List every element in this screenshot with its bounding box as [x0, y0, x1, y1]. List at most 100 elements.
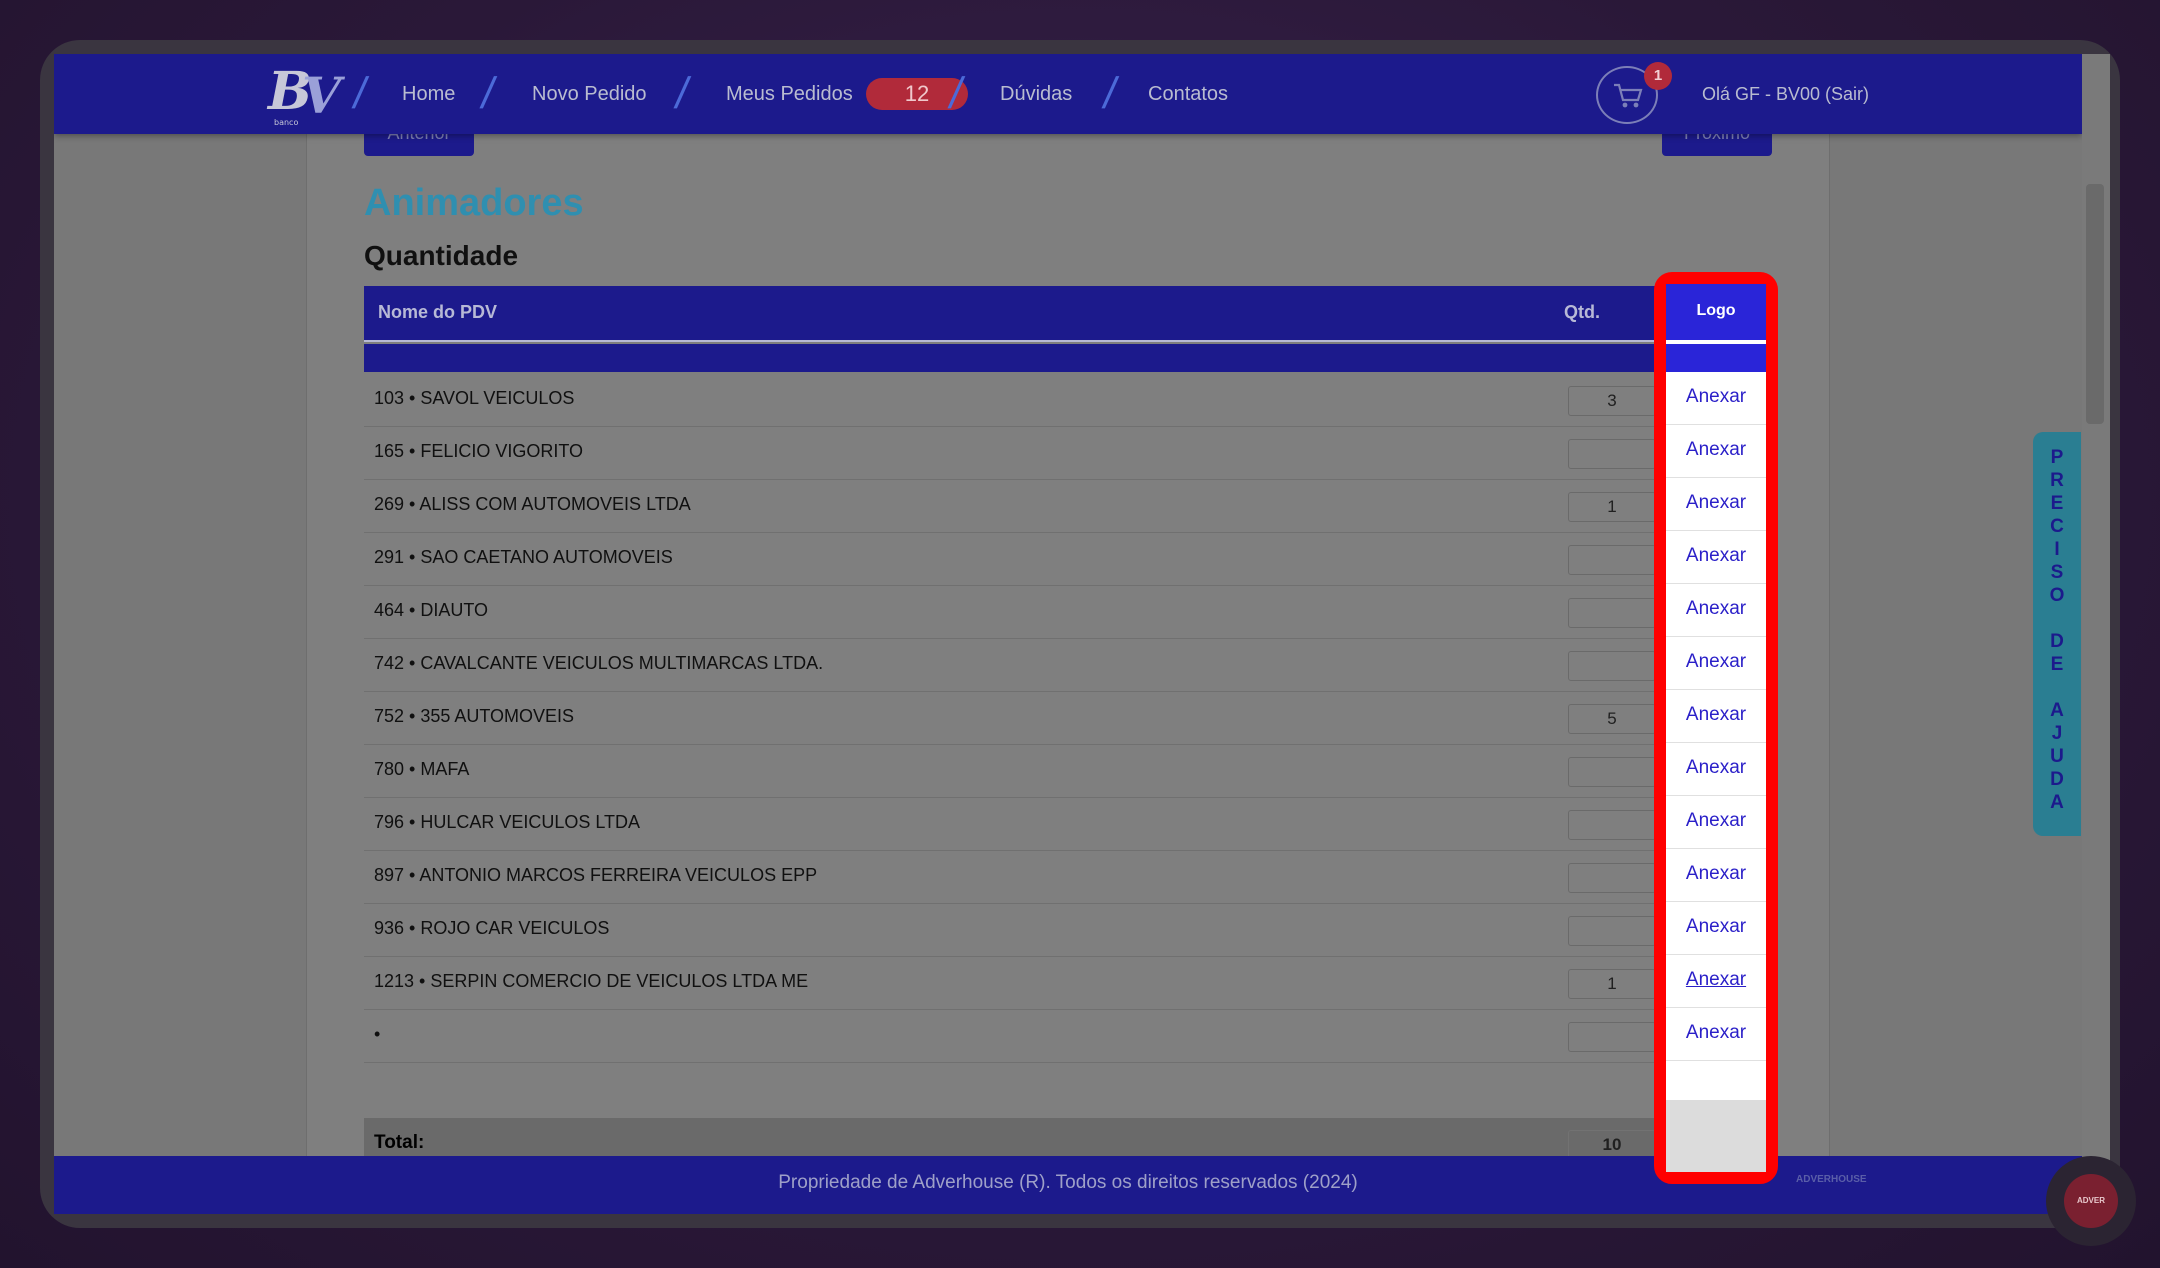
- pdv-name: •: [374, 1024, 381, 1044]
- nav-separator: /: [349, 69, 371, 118]
- pdv-name: 1213 • SERPIN COMERCIO DE VEICULOS LTDA …: [374, 971, 809, 991]
- qty-input[interactable]: 1: [1568, 492, 1656, 522]
- anexar-link[interactable]: Anexar: [1686, 704, 1746, 725]
- header-logo-label: Logo: [1696, 302, 1736, 319]
- anexar-link[interactable]: Anexar: [1686, 386, 1746, 407]
- pdv-name: 752 • 355 AUTOMOVEIS: [374, 706, 575, 726]
- user-greeting-logout[interactable]: Olá GF - BV00 (Sair): [1702, 80, 1869, 108]
- anexar-link[interactable]: Anexar: [1686, 969, 1746, 990]
- logo-cell: Anexar: [1666, 478, 1766, 531]
- page-title: Animadores: [364, 182, 584, 224]
- help-tab-letter: A: [2050, 792, 2064, 813]
- table-row: 780 • MAFA: [364, 745, 1664, 798]
- help-tab-letter: P: [2050, 447, 2064, 468]
- pdv-name: 742 • CAVALCANTE VEICULOS MULTIMARCAS LT…: [374, 653, 824, 673]
- qty-input[interactable]: [1568, 757, 1656, 787]
- table-header-band: [364, 344, 1664, 372]
- help-tab-letter: A: [2050, 700, 2064, 721]
- table-row: 936 • ROJO CAR VEICULOS: [364, 904, 1664, 957]
- logo-cell: Anexar: [1666, 902, 1766, 955]
- table-row: 1213 • SERPIN COMERCIO DE VEICULOS LTDA …: [364, 957, 1664, 1010]
- pdv-name: 464 • DIAUTO: [374, 600, 489, 620]
- help-tab-letter: U: [2050, 746, 2064, 767]
- pdv-name: 103 • SAVOL VEICULOS: [374, 388, 575, 408]
- help-tab-letter: C: [2050, 516, 2064, 537]
- qty-input[interactable]: 5: [1568, 704, 1656, 734]
- table-row: •: [364, 1010, 1664, 1063]
- chat-avatar-icon: ADVER: [2064, 1174, 2118, 1228]
- logo-cell: Anexar: [1666, 849, 1766, 902]
- pdv-name: 780 • MAFA: [374, 759, 470, 779]
- logo-cell: Anexar: [1666, 372, 1766, 425]
- qty-input[interactable]: 3: [1568, 386, 1656, 416]
- header-nome-pdv: Nome do PDV: [378, 302, 498, 322]
- qty-input[interactable]: [1568, 651, 1656, 681]
- qty-input[interactable]: [1568, 545, 1656, 575]
- anexar-link[interactable]: Anexar: [1686, 916, 1746, 937]
- qty-input[interactable]: 1: [1568, 969, 1656, 999]
- table-row: 796 • HULCAR VEICULOS LTDA: [364, 798, 1664, 851]
- anexar-link[interactable]: Anexar: [1686, 651, 1746, 672]
- logo-total-cell: [1666, 1100, 1766, 1172]
- table-header: Nome do PDV Qtd.: [364, 286, 1664, 342]
- pdv-name: 269 • ALISS COM AUTOMOVEIS LTDA: [374, 494, 691, 514]
- qty-input[interactable]: [1568, 439, 1656, 469]
- chat-button[interactable]: ADVER: [2046, 1156, 2136, 1246]
- help-tab-letter: O: [2049, 585, 2065, 606]
- help-tab-letter: D: [2050, 631, 2064, 652]
- table-row: 291 • SAO CAETANO AUTOMOVEIS: [364, 533, 1664, 586]
- anexar-link[interactable]: Anexar: [1686, 1022, 1746, 1043]
- scrollbar-thumb[interactable]: [2086, 184, 2104, 424]
- nav-duvidas[interactable]: Dúvidas: [1000, 80, 1072, 108]
- logo-letter-v: V: [302, 66, 341, 125]
- brand-logo[interactable]: B V banco: [268, 64, 344, 128]
- anexar-link[interactable]: Anexar: [1686, 545, 1746, 566]
- nav-meus-pedidos[interactable]: Meus Pedidos: [726, 80, 853, 108]
- pdv-name: 936 • ROJO CAR VEICULOS: [374, 918, 610, 938]
- help-tab-letter: J: [2051, 723, 2063, 744]
- help-tab-letter: [2033, 676, 2081, 699]
- section-subtitle: Quantidade: [364, 240, 519, 271]
- anexar-link[interactable]: Anexar: [1686, 492, 1746, 513]
- help-tab-letter: S: [2050, 562, 2064, 583]
- pdv-name: 796 • HULCAR VEICULOS LTDA: [374, 812, 641, 832]
- qty-input[interactable]: [1568, 810, 1656, 840]
- help-tab-letter: E: [2050, 654, 2064, 675]
- table-row: 742 • CAVALCANTE VEICULOS MULTIMARCAS LT…: [364, 639, 1664, 692]
- table-row: 269 • ALISS COM AUTOMOVEIS LTDA 1: [364, 480, 1664, 533]
- qty-input[interactable]: [1568, 916, 1656, 946]
- pdv-name: 291 • SAO CAETANO AUTOMOVEIS: [374, 547, 673, 567]
- table-row: 897 • ANTONIO MARCOS FERREIRA VEICULOS E…: [364, 851, 1664, 904]
- help-tab-letter: D: [2050, 769, 2064, 790]
- anexar-link[interactable]: Anexar: [1686, 810, 1746, 831]
- logo-cell: Anexar: [1666, 743, 1766, 796]
- help-tab[interactable]: PRECISO DE AJUDA: [2033, 432, 2081, 836]
- adverhouse-logo: ADVERHOUSE: [1796, 1174, 1867, 1185]
- table-row: 752 • 355 AUTOMOVEIS 5: [364, 692, 1664, 745]
- qty-input[interactable]: [1568, 863, 1656, 893]
- footer-copyright: Propriedade de Adverhouse (R). Todos os …: [778, 1172, 1358, 1193]
- nav-novo-pedido[interactable]: Novo Pedido: [532, 80, 647, 108]
- cart-count-badge: 1: [1644, 62, 1672, 90]
- qty-input[interactable]: [1568, 598, 1656, 628]
- anexar-link[interactable]: Anexar: [1686, 439, 1746, 460]
- help-tab-letter: [2033, 607, 2081, 630]
- anexar-link[interactable]: Anexar: [1686, 757, 1746, 778]
- anexar-link[interactable]: Anexar: [1686, 863, 1746, 884]
- anexar-link[interactable]: Anexar: [1686, 598, 1746, 619]
- logo-cell: Anexar: [1666, 531, 1766, 584]
- total-label: Total:: [374, 1132, 425, 1153]
- browser-viewport: Anterior Próximo B V banco / Home / Novo…: [54, 54, 2082, 1214]
- help-tab-text: PRECISO DE AJUDA: [2033, 446, 2081, 814]
- logo-column-highlight: Logo Anexar Anexar Anexar Anexar Anexar Anexa…: [1654, 272, 1778, 1184]
- nav-separator: /: [671, 69, 693, 118]
- nav-home[interactable]: Home: [402, 80, 455, 108]
- cart-icon: [1614, 83, 1643, 108]
- logo-header-band: [1666, 344, 1766, 372]
- qty-input[interactable]: [1568, 1022, 1656, 1052]
- pdv-name: 165 • FELICIO VIGORITO: [374, 441, 584, 461]
- table-row: 464 • DIAUTO: [364, 586, 1664, 639]
- header-qtd: Qtd.: [1564, 302, 1600, 322]
- nav-contatos[interactable]: Contatos: [1148, 80, 1228, 108]
- nav-separator: /: [1099, 69, 1121, 118]
